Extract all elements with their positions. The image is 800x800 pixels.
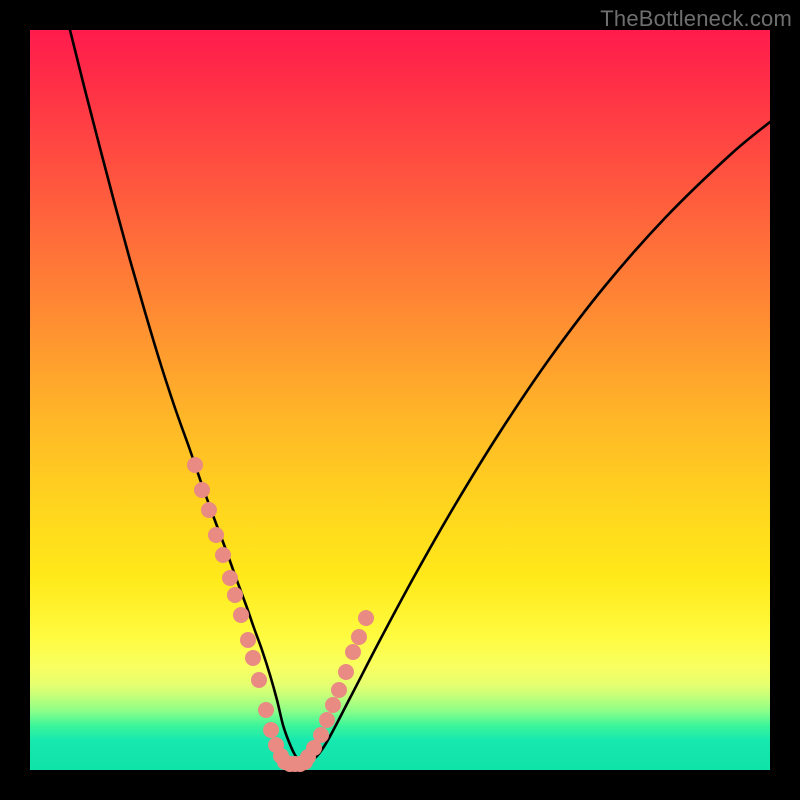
chart-svg xyxy=(30,30,770,770)
bottleneck-curve xyxy=(70,30,770,764)
marker-dot xyxy=(187,457,203,473)
marker-dot xyxy=(325,697,341,713)
marker-group-left xyxy=(187,457,289,764)
marker-dot xyxy=(345,644,361,660)
chart-plot-area xyxy=(30,30,770,770)
marker-dot xyxy=(313,727,329,743)
watermark-text: TheBottleneck.com xyxy=(600,6,792,32)
marker-group-right xyxy=(300,610,374,765)
marker-dot xyxy=(338,664,354,680)
marker-dot xyxy=(240,632,256,648)
marker-dot xyxy=(258,702,274,718)
marker-dot xyxy=(194,482,210,498)
marker-dot xyxy=(227,587,243,603)
chart-frame: TheBottleneck.com xyxy=(0,0,800,800)
marker-dot xyxy=(297,754,313,770)
marker-dot xyxy=(251,672,267,688)
marker-dot xyxy=(222,570,238,586)
marker-dot xyxy=(233,607,249,623)
marker-dot xyxy=(351,629,367,645)
marker-dot xyxy=(331,682,347,698)
marker-dot xyxy=(319,712,335,728)
marker-dot xyxy=(201,502,217,518)
marker-dot xyxy=(245,650,261,666)
marker-dot xyxy=(215,547,231,563)
marker-dot xyxy=(263,722,279,738)
marker-group-bottom xyxy=(277,754,313,772)
marker-dot xyxy=(358,610,374,626)
marker-dot xyxy=(208,527,224,543)
